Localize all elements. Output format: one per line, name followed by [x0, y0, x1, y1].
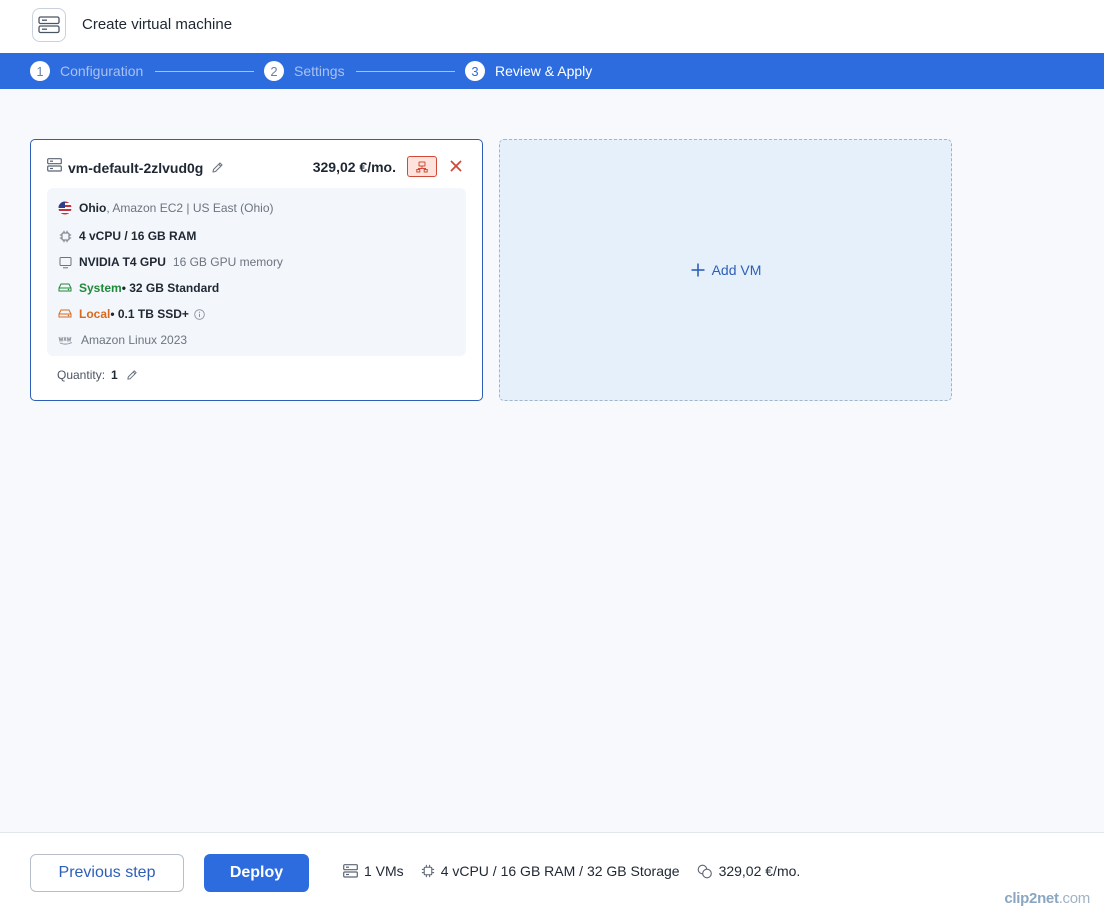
edit-name-pencil-icon[interactable]: [211, 161, 224, 174]
summary-resources-value: 4 vCPU / 16 GB RAM / 32 GB Storage: [440, 863, 680, 879]
step-configuration[interactable]: 1 Configuration: [30, 53, 143, 89]
local-disk-label: Local: [79, 307, 111, 321]
summary-vms-value: 1 VMs: [364, 863, 404, 879]
coins-icon: [697, 864, 713, 879]
previous-step-button[interactable]: Previous step: [30, 854, 184, 892]
us-flag-icon: [57, 200, 73, 216]
local-disk-value: • 0.1 TB SSD+: [110, 307, 189, 321]
clip2net-watermark: clip2net.com: [1004, 890, 1090, 907]
step-number: 3: [465, 61, 485, 81]
add-vm-button[interactable]: Add VM: [499, 139, 952, 401]
add-vm-content: Add VM: [690, 262, 762, 278]
deploy-button[interactable]: Deploy: [204, 854, 309, 892]
step-label: Configuration: [60, 63, 144, 79]
aws-logo-icon: [57, 332, 75, 348]
watermark-brand: clip2net: [1004, 890, 1059, 907]
summary-resources: 4 vCPU / 16 GB RAM / 32 GB Storage: [421, 863, 680, 879]
vm-local-disk-row: Local • 0.1 TB SSD+: [57, 306, 205, 322]
plus-icon: [690, 262, 706, 278]
page-title: Create virtual machine: [82, 16, 233, 33]
vm-price: 329,02 €/mo.: [312, 159, 396, 175]
step-number: 1: [30, 61, 50, 81]
vm-network-badge[interactable]: [407, 156, 437, 177]
step-divider: [356, 71, 455, 72]
add-vm-label: Add VM: [711, 262, 762, 278]
summary-price-value: 329,02 €/mo.: [718, 863, 801, 879]
deployment-summary: 1 VMs 4 vCPU / 16 GB RAM / 32 GB Storage: [343, 863, 817, 879]
vm-quantity: Quantity: 1: [57, 368, 138, 382]
remove-vm-close-icon[interactable]: [446, 156, 466, 176]
info-icon[interactable]: [194, 308, 205, 320]
watermark-suffix: .com: [1058, 890, 1091, 907]
vm-location-row: Ohio, Amazon EC2 | US East (Ohio): [57, 200, 274, 216]
vm-system-disk-row: System • 32 GB Standard: [57, 280, 219, 296]
gpu-monitor-icon: [57, 254, 73, 270]
vm-cpu-row: 4 vCPU / 16 GB RAM: [57, 228, 196, 244]
vm-gpu-row: NVIDIA T4 GPU 16 GB GPU memory: [57, 254, 283, 270]
gpu-name: NVIDIA T4 GPU: [79, 255, 166, 269]
summary-price: 329,02 €/mo.: [697, 863, 801, 879]
network-icon: [416, 161, 428, 172]
edit-quantity-pencil-icon[interactable]: [126, 369, 138, 381]
stepper: 1 Configuration 2 Settings 3 Review & Ap…: [0, 53, 1104, 89]
footer: Previous step Deploy 1 VMs 4 vCPU / 16 G…: [0, 832, 1104, 909]
step-divider: [155, 71, 254, 72]
cpu-chip-icon: [57, 228, 73, 244]
vm-card: vm-default-2zlvud0g 329,02 €/mo. Ohio , …: [30, 139, 483, 401]
step-settings[interactable]: 2 Settings: [264, 53, 345, 89]
server-icon: [47, 158, 62, 177]
server-icon: [343, 864, 358, 878]
step-number: 2: [264, 61, 284, 81]
gpu-memory: 16 GB GPU memory: [172, 255, 283, 269]
server-icon: [32, 8, 66, 42]
step-label: Settings: [294, 63, 345, 79]
summary-vms: 1 VMs: [343, 863, 404, 879]
cpu-chip-icon: [421, 864, 435, 878]
location-city: Ohio: [79, 201, 107, 215]
system-disk-value: • 32 GB Standard: [121, 281, 220, 295]
step-review-apply[interactable]: 3 Review & Apply: [465, 53, 592, 89]
vm-os-row: Amazon Linux 2023: [57, 332, 187, 348]
local-disk-icon: [57, 306, 73, 322]
header: Create virtual machine: [0, 0, 1104, 53]
step-label: Review & Apply: [495, 63, 593, 79]
vm-details-panel: Ohio, Amazon EC2 | US East (Ohio) 4 vCPU…: [47, 188, 466, 356]
system-disk-label: System: [79, 281, 122, 295]
cpu-ram-value: 4 vCPU / 16 GB RAM: [79, 229, 197, 243]
quantity-value: 1: [111, 368, 118, 382]
quantity-label: Quantity:: [57, 368, 106, 382]
system-disk-icon: [57, 280, 73, 296]
vm-name: vm-default-2zlvud0g: [68, 159, 204, 176]
vm-header: vm-default-2zlvud0g: [47, 158, 224, 177]
location-provider: , Amazon EC2 | US East (Ohio): [106, 201, 274, 215]
os-name: Amazon Linux 2023: [81, 333, 188, 347]
